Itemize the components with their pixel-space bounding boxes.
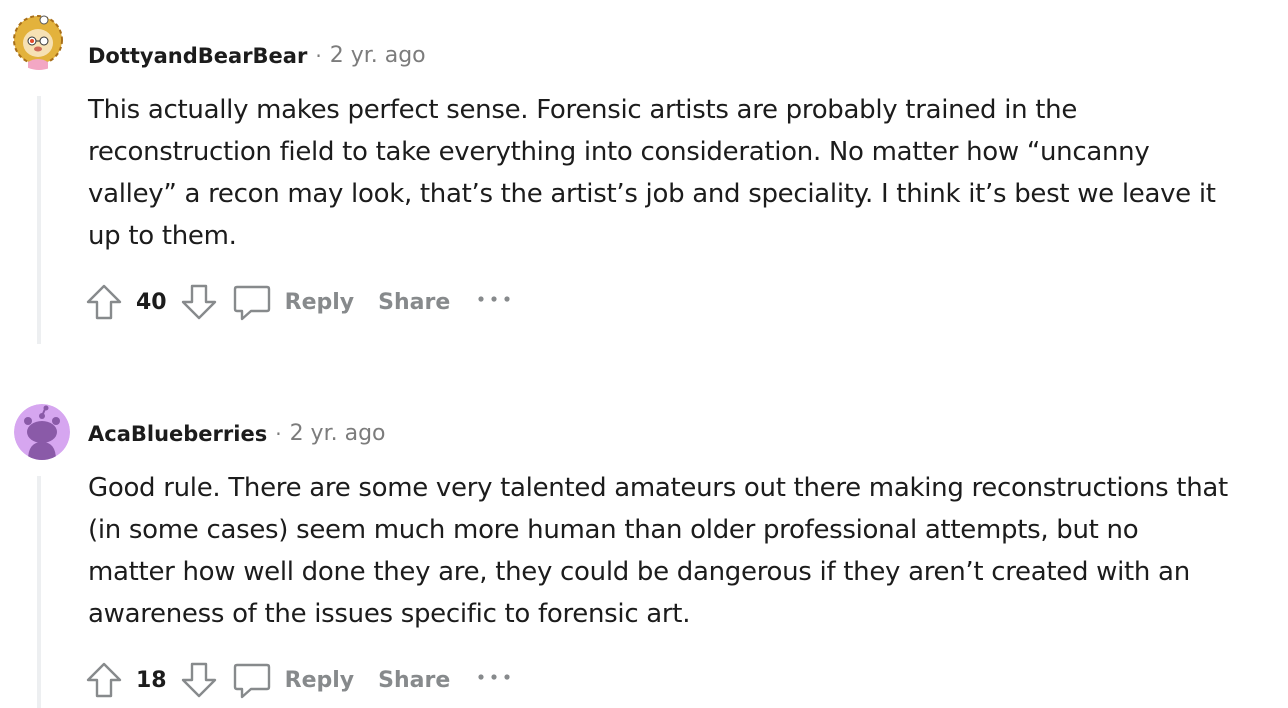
vote-count: 40 [136, 289, 167, 315]
author-name[interactable]: AcaBlueberries [88, 420, 267, 448]
thread-line[interactable] [37, 96, 41, 344]
comment: AcaBlueberries · 2 yr. ago Good rule. Th… [0, 378, 1288, 708]
share-button[interactable]: Share [378, 668, 450, 693]
comment-body: Good rule. There are some very talented … [88, 473, 1228, 629]
upvote-icon[interactable] [84, 660, 124, 700]
reply-button[interactable]: Reply [285, 290, 355, 315]
comment-actions: 18 Reply Share [84, 658, 512, 702]
timestamp[interactable]: 2 yr. ago [290, 420, 386, 448]
snoo-avatar-icon [14, 404, 70, 460]
comment-bubble-icon[interactable] [231, 281, 273, 323]
comment-body: This actually makes perfect sense. Foren… [88, 95, 1216, 251]
meta-separator: · [275, 422, 282, 446]
more-options-icon[interactable] [476, 667, 512, 687]
reply-button[interactable]: Reply [285, 668, 355, 693]
comment: DottyandBearBear · 2 yr. ago This actual… [0, 0, 1288, 360]
comment-actions: 40 Reply Share [84, 280, 512, 324]
share-button[interactable]: Share [378, 290, 450, 315]
upvote-icon[interactable] [84, 282, 124, 322]
vote-count: 18 [136, 667, 167, 693]
meta-separator: · [315, 44, 322, 68]
more-options-icon[interactable] [476, 289, 512, 309]
timestamp[interactable]: 2 yr. ago [330, 42, 426, 70]
comment-meta: DottyandBearBear · 2 yr. ago [88, 42, 426, 70]
comment-meta: AcaBlueberries · 2 yr. ago [88, 420, 386, 448]
downvote-icon[interactable] [179, 660, 219, 700]
downvote-icon[interactable] [179, 282, 219, 322]
thread-line[interactable] [37, 476, 41, 708]
user-avatar[interactable] [14, 404, 70, 460]
user-avatar[interactable] [10, 12, 68, 70]
lion-avatar-icon [10, 12, 68, 70]
comment-bubble-icon[interactable] [231, 659, 273, 701]
author-name[interactable]: DottyandBearBear [88, 42, 307, 70]
